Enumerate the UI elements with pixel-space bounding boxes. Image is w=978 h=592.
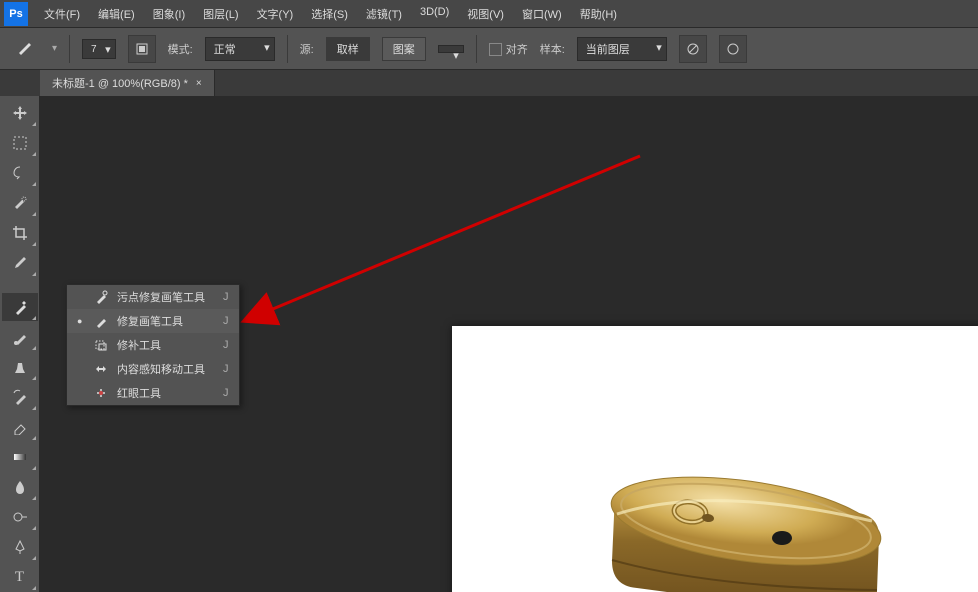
content-aware-move-icon — [93, 361, 109, 377]
mode-dropdown[interactable]: 正常 — [205, 37, 275, 61]
menu-layer[interactable]: 图层(L) — [195, 2, 246, 26]
pressure-size-icon[interactable] — [719, 35, 747, 63]
close-icon[interactable]: × — [196, 78, 202, 89]
titlebar: Ps 文件(F) 编辑(E) 图象(I) 图层(L) 文字(Y) 选择(S) 滤… — [0, 0, 978, 28]
flyout-label: 红眼工具 — [117, 385, 205, 401]
menu-select[interactable]: 选择(S) — [303, 2, 356, 26]
type-tool[interactable]: T — [2, 563, 38, 591]
flyout-shortcut: J — [223, 339, 229, 351]
quick-select-tool[interactable] — [2, 189, 38, 217]
toolbar: T — [0, 96, 40, 592]
spot-healing-icon — [93, 289, 109, 305]
document-tab-title: 未标题-1 @ 100%(RGB/8) * — [52, 75, 188, 91]
flyout-shortcut: J — [223, 387, 229, 399]
source-sample-button[interactable]: 取样 — [326, 37, 370, 61]
canvas[interactable] — [452, 326, 978, 592]
separator — [69, 35, 70, 63]
ignore-adjustment-icon[interactable] — [679, 35, 707, 63]
flyout-label: 修补工具 — [117, 337, 205, 353]
crop-tool[interactable] — [2, 219, 38, 247]
eraser-tool[interactable] — [2, 413, 38, 441]
flyout-content-aware-move[interactable]: 内容感知移动工具 J — [67, 357, 239, 381]
menu-3d[interactable]: 3D(D) — [412, 2, 457, 26]
history-brush-tool[interactable] — [2, 383, 38, 411]
menu-help[interactable]: 帮助(H) — [572, 2, 625, 26]
flyout-shortcut: J — [223, 315, 229, 327]
options-bar: ▾ 7 模式: 正常 源: 取样 图案 对齐 样本: 当前图层 — [0, 28, 978, 70]
pattern-picker[interactable] — [438, 45, 464, 53]
flyout-mark: ● — [77, 316, 85, 326]
mode-label: 模式: — [168, 41, 193, 57]
gradient-tool[interactable] — [2, 443, 38, 471]
source-label: 源: — [300, 41, 314, 57]
red-eye-icon — [93, 385, 109, 401]
flyout-shortcut: J — [223, 363, 229, 375]
menu-view[interactable]: 视图(V) — [459, 2, 512, 26]
move-tool[interactable] — [2, 99, 38, 127]
tool-flyout: 污点修复画笔工具 J ● 修复画笔工具 J 修补工具 J 内容感知移动工具 J … — [66, 284, 240, 406]
lasso-tool[interactable] — [2, 159, 38, 187]
menu-image[interactable]: 图象(I) — [145, 2, 193, 26]
brush-panel-toggle-icon[interactable] — [128, 35, 156, 63]
current-tool-icon[interactable] — [10, 34, 40, 64]
app-logo: Ps — [4, 2, 28, 26]
tool-chevron-icon[interactable]: ▾ — [52, 43, 57, 54]
separator — [476, 35, 477, 63]
flyout-red-eye[interactable]: 红眼工具 J — [67, 381, 239, 405]
menu-filter[interactable]: 滤镜(T) — [358, 2, 410, 26]
eyedropper-tool[interactable] — [2, 249, 38, 277]
flyout-label: 修复画笔工具 — [117, 313, 205, 329]
menu-window[interactable]: 窗口(W) — [514, 2, 570, 26]
flyout-spot-healing[interactable]: 污点修复画笔工具 J — [67, 285, 239, 309]
align-label: 对齐 — [506, 44, 528, 56]
brush-tool[interactable] — [2, 323, 38, 351]
canvas-image — [452, 326, 978, 592]
separator — [287, 35, 288, 63]
menu-file[interactable]: 文件(F) — [36, 2, 88, 26]
document-tab[interactable]: 未标题-1 @ 100%(RGB/8) * × — [40, 70, 215, 96]
healing-brush-tool[interactable] — [2, 293, 38, 321]
source-pattern-button[interactable]: 图案 — [382, 37, 426, 61]
menubar: 文件(F) 编辑(E) 图象(I) 图层(L) 文字(Y) 选择(S) 滤镜(T… — [36, 2, 625, 26]
flyout-shortcut: J — [223, 291, 229, 303]
sample-dropdown[interactable]: 当前图层 — [577, 37, 667, 61]
patch-icon — [93, 337, 109, 353]
flyout-label: 污点修复画笔工具 — [117, 289, 205, 305]
menu-edit[interactable]: 编辑(E) — [90, 2, 143, 26]
menu-type[interactable]: 文字(Y) — [249, 2, 302, 26]
pen-tool[interactable] — [2, 533, 38, 561]
marquee-tool[interactable] — [2, 129, 38, 157]
brush-preset-picker[interactable]: 7 — [82, 39, 116, 59]
dodge-tool[interactable] — [2, 503, 38, 531]
sample-label: 样本: — [540, 41, 565, 57]
flyout-label: 内容感知移动工具 — [117, 361, 205, 377]
blur-tool[interactable] — [2, 473, 38, 501]
align-checkbox-wrap[interactable]: 对齐 — [489, 41, 528, 57]
document-tabbar: 未标题-1 @ 100%(RGB/8) * × — [0, 70, 978, 96]
align-checkbox[interactable] — [489, 43, 502, 56]
flyout-healing-brush[interactable]: ● 修复画笔工具 J — [67, 309, 239, 333]
flyout-patch[interactable]: 修补工具 J — [67, 333, 239, 357]
healing-brush-icon — [93, 313, 109, 329]
clone-stamp-tool[interactable] — [2, 353, 38, 381]
